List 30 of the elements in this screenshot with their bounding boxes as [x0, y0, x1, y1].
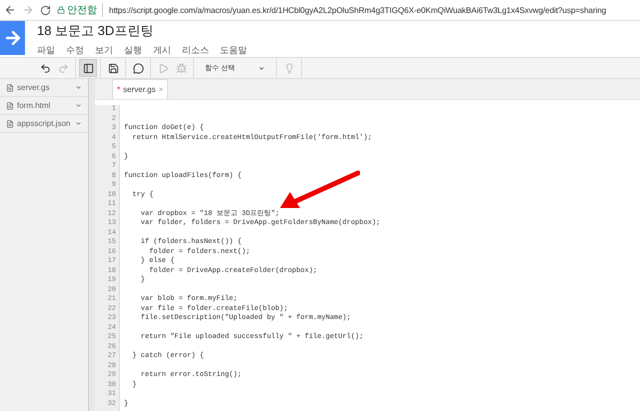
menu-item[interactable]: 보기	[95, 44, 113, 56]
caret-icon[interactable]	[75, 120, 82, 127]
menu-item[interactable]: 도움말	[220, 44, 247, 56]
menu-item[interactable]: 실행	[124, 44, 142, 56]
project-title[interactable]: 18 보문고 3D프린팅	[37, 22, 247, 40]
file-icon	[6, 84, 14, 92]
file-item[interactable]: server.gs	[0, 79, 88, 97]
menu-item[interactable]: 리소스	[182, 44, 209, 56]
back-icon[interactable]	[4, 4, 16, 16]
menu-item[interactable]: 수정	[66, 44, 84, 56]
file-name: server.gs	[17, 83, 50, 92]
lock-icon	[57, 6, 65, 14]
caret-icon[interactable]	[75, 102, 82, 109]
caret-icon	[258, 64, 265, 72]
caret-icon[interactable]	[75, 84, 82, 91]
reload-icon[interactable]	[40, 4, 51, 16]
app-logo	[0, 21, 25, 55]
file-item[interactable]: form.html	[0, 97, 88, 115]
address-url[interactable]: https://script.google.com/a/macros/yuan.es.kr/d/1HCbl0gyA2L2pOluShRm4g3TIGQ6X-e0KmQiWuakBAi6Tw3Lg1x4Sxvwg/edit?usp=sharing	[109, 6, 606, 14]
file-icon	[6, 102, 14, 110]
file-icon	[6, 120, 14, 128]
file-item[interactable]: appsscript.json	[0, 115, 88, 133]
security-label: 안전함	[67, 4, 97, 17]
menu-item[interactable]: 게시	[153, 44, 171, 56]
file-name: form.html	[17, 101, 52, 110]
file-tab[interactable]: * server.gs ×	[112, 79, 168, 99]
tab-label: server.gs	[123, 85, 156, 94]
menu-item[interactable]: 파일	[37, 44, 55, 56]
file-name: appsscript.json	[17, 119, 72, 128]
modified-mark: *	[117, 85, 120, 94]
